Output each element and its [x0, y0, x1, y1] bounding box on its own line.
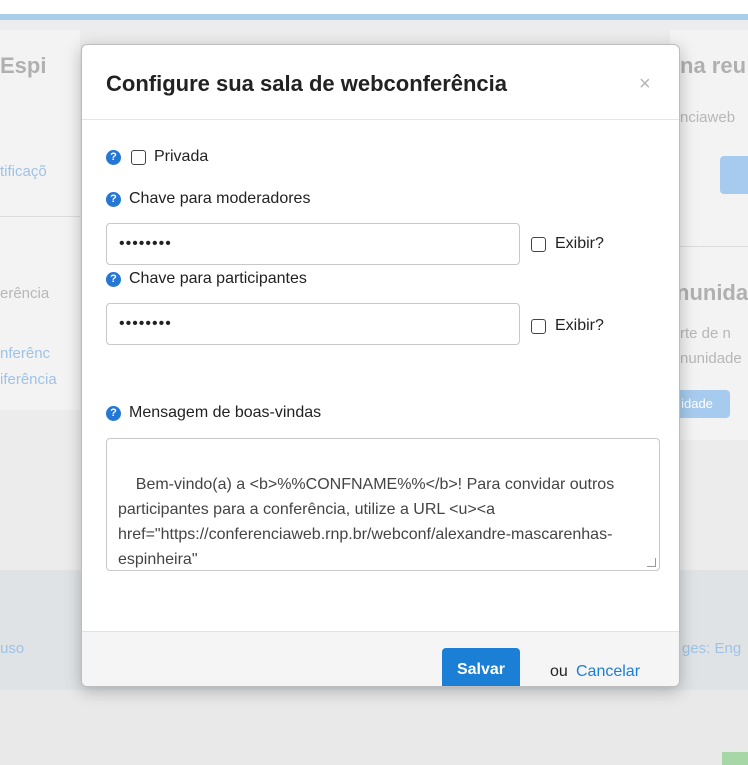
background-heading-left: Espi: [0, 53, 47, 78]
modal-title: Configure sua sala de webconferência: [106, 71, 508, 96]
private-checkbox[interactable]: [131, 149, 146, 165]
background-link-conference-2[interactable]: iferência: [0, 371, 57, 388]
or-label: ou: [550, 663, 568, 680]
private-label: Privada: [154, 148, 209, 165]
welcome-message-textarea[interactable]: Bem-vindo(a) a <b>%%CONFNAME%%</b>! Para…: [106, 438, 660, 571]
participant-key-input[interactable]: ••••••••: [106, 303, 520, 345]
help-icon[interactable]: ?: [106, 271, 121, 287]
background-text-conference: erência: [0, 285, 50, 302]
background-link-terms[interactable]: uso: [0, 640, 24, 657]
help-icon[interactable]: ?: [106, 405, 121, 421]
participant-show-checkbox[interactable]: [531, 318, 546, 334]
moderator-show-label: Exibir?: [555, 235, 604, 252]
background-text-community: nunidade: [680, 350, 742, 367]
background-divider-left: [0, 216, 80, 217]
background-green-block: [722, 752, 748, 765]
moderator-show-checkbox[interactable]: [531, 236, 546, 252]
private-row: ? Privada: [106, 148, 208, 166]
background-link-languages[interactable]: ges: Eng: [682, 640, 741, 657]
welcome-label: Mensagem de boas-vindas: [129, 404, 322, 421]
moderator-key-label-row: ? Chave para moderadores: [106, 190, 310, 208]
background-text-url: nciaweb: [680, 109, 736, 126]
participant-key-label-row: ? Chave para participantes: [106, 270, 307, 288]
background-link-notifications[interactable]: tificaçõ: [0, 163, 47, 180]
background-footer-bottom: [0, 690, 748, 765]
background-heading-right: na reu: [680, 53, 747, 78]
cancel-link[interactable]: Cancelar: [576, 663, 640, 681]
background-divider-right: [670, 246, 748, 247]
background-link-conference-1[interactable]: nferênc: [0, 345, 50, 362]
participant-show-label: Exibir?: [555, 317, 604, 334]
background-text-part: rte de n: [680, 325, 731, 342]
save-button[interactable]: Salvar: [442, 648, 520, 686]
moderator-show-row: Exibir?: [531, 235, 604, 253]
background-heading-community: nunida: [676, 280, 748, 305]
moderator-key-label: Chave para moderadores: [129, 190, 311, 207]
welcome-label-row: ? Mensagem de boas-vindas: [106, 404, 321, 422]
moderator-key-input[interactable]: ••••••••: [106, 223, 520, 265]
background-button[interactable]: [720, 156, 748, 194]
top-bar: [0, 0, 748, 20]
resize-handle-icon[interactable]: [647, 558, 656, 567]
background-right-panel: [670, 30, 748, 440]
configure-room-modal: Configure sua sala de webconferência × ?…: [81, 44, 680, 687]
close-icon[interactable]: ×: [639, 73, 651, 96]
modal-header: Configure sua sala de webconferência ×: [82, 45, 679, 120]
help-icon[interactable]: ?: [106, 149, 121, 165]
participant-key-label: Chave para participantes: [129, 270, 307, 287]
participant-show-row: Exibir?: [531, 317, 604, 335]
help-icon[interactable]: ?: [106, 191, 121, 207]
welcome-message-text: Bem-vindo(a) a <b>%%CONFNAME%%</b>! Para…: [118, 476, 619, 568]
modal-footer: Salvar ou Cancelar: [82, 631, 679, 686]
